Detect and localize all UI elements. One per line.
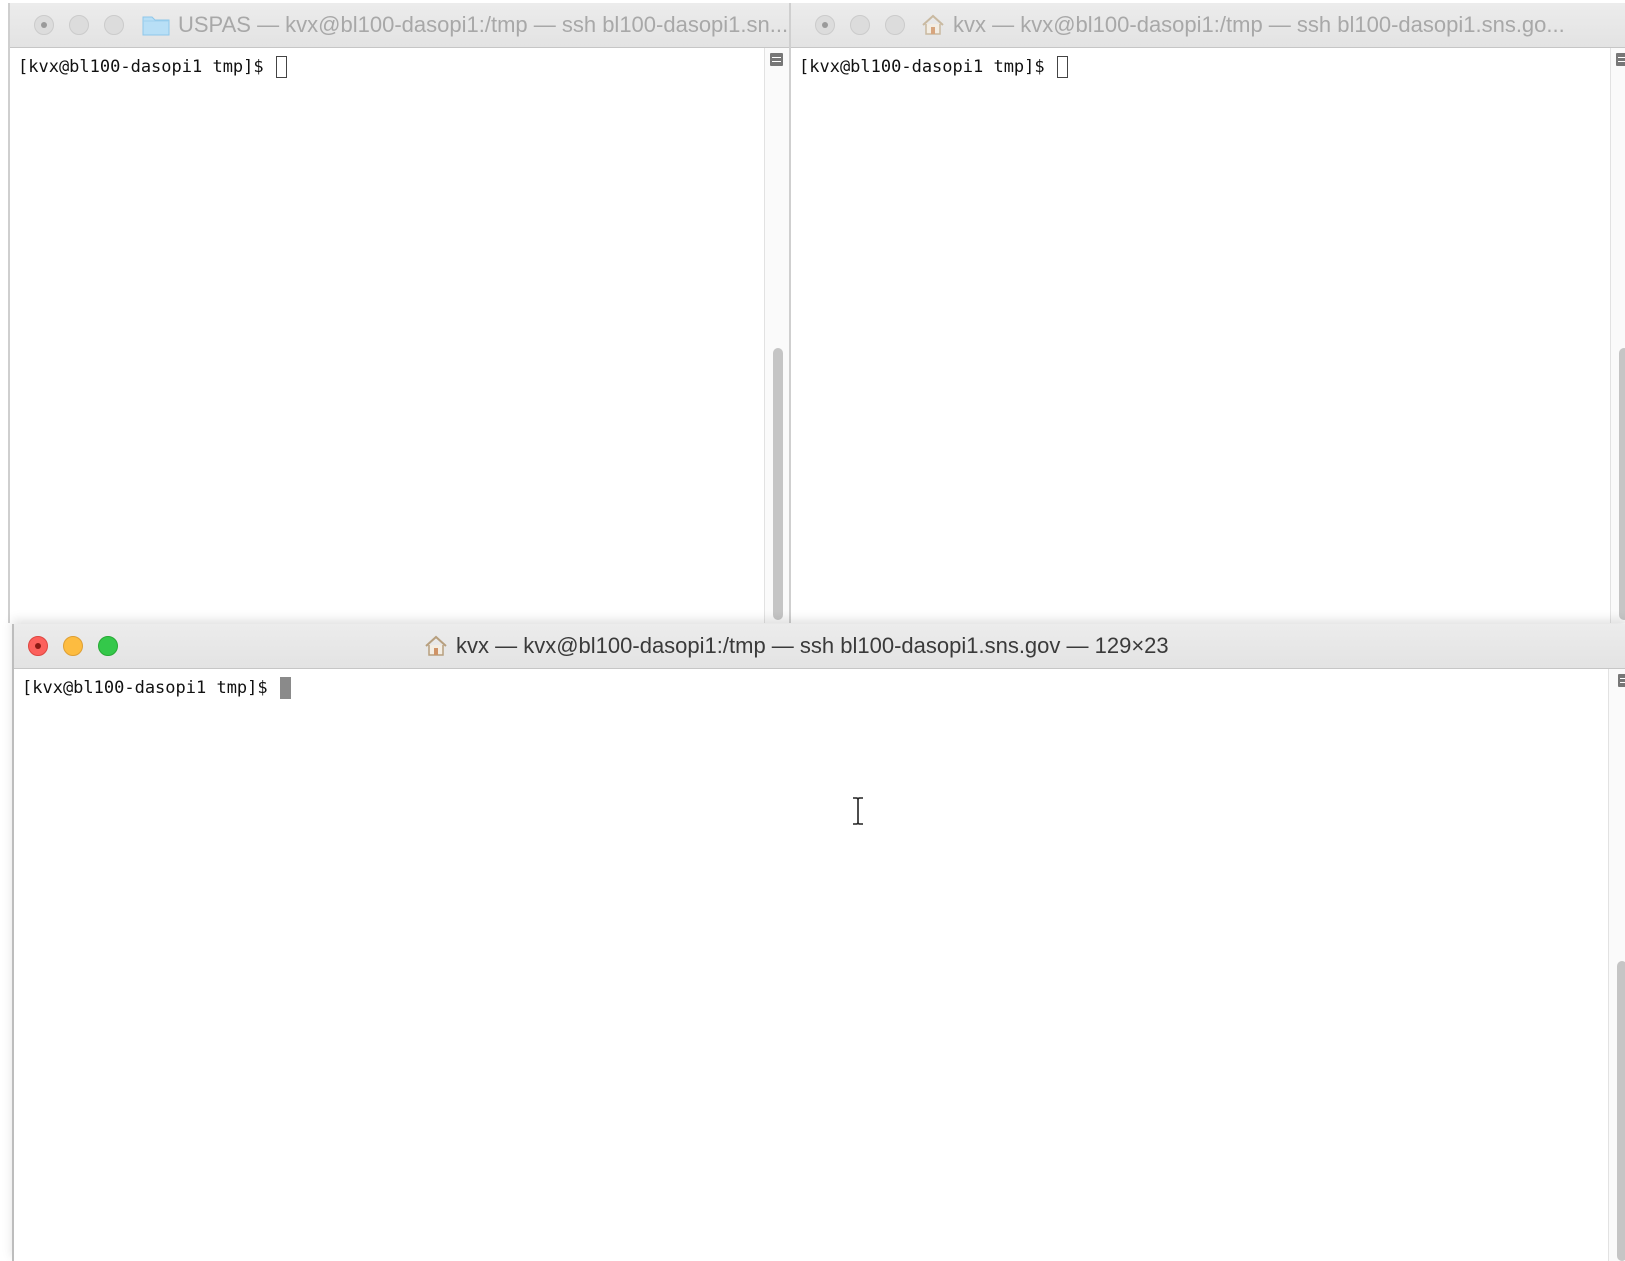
- text-cursor: [279, 677, 291, 699]
- terminal-window-kvx[interactable]: kvx — kvx@bl100-dasopi1:/tmp — ssh bl100…: [789, 3, 1625, 623]
- window-titlebar[interactable]: kvx — kvx@bl100-dasopi1:/tmp — ssh bl100…: [791, 3, 1625, 48]
- close-button[interactable]: [34, 15, 54, 35]
- scrollback-icon[interactable]: [1616, 53, 1625, 66]
- home-icon: [425, 635, 447, 656]
- vertical-scrollbar[interactable]: [1608, 669, 1625, 1261]
- folder-icon: [142, 16, 170, 36]
- shell-prompt: [kvx@bl100-dasopi1 tmp]$: [22, 678, 278, 698]
- zoom-button[interactable]: [104, 15, 124, 35]
- vertical-scrollbar[interactable]: [764, 48, 791, 623]
- close-button[interactable]: [28, 636, 48, 656]
- scrollback-icon[interactable]: [770, 53, 783, 66]
- scrollback-icon[interactable]: [1618, 674, 1625, 687]
- zoom-button[interactable]: [885, 15, 905, 35]
- window-titlebar[interactable]: kvx — kvx@bl100-dasopi1:/tmp — ssh bl100…: [14, 624, 1625, 669]
- vertical-scrollbar[interactable]: [1610, 48, 1625, 623]
- terminal-window-uspas[interactable]: USPAS — kvx@bl100-dasopi1:/tmp — ssh bl1…: [8, 3, 791, 623]
- window-title: USPAS — kvx@bl100-dasopi1:/tmp — ssh bl1…: [178, 12, 789, 37]
- text-cursor: [275, 56, 287, 78]
- terminal-content[interactable]: [kvx@bl100-dasopi1 tmp]$: [10, 48, 791, 623]
- zoom-button[interactable]: [98, 636, 118, 656]
- home-icon: [922, 14, 944, 35]
- shell-prompt: [kvx@bl100-dasopi1 tmp]$: [799, 57, 1055, 77]
- scrollbar-thumb[interactable]: [1619, 348, 1625, 620]
- window-title: kvx — kvx@bl100-dasopi1:/tmp — ssh bl100…: [953, 12, 1565, 37]
- scrollbar-thumb[interactable]: [1617, 961, 1625, 1261]
- terminal-content[interactable]: [kvx@bl100-dasopi1 tmp]$: [14, 669, 1625, 1261]
- terminal-content[interactable]: [kvx@bl100-dasopi1 tmp]$: [791, 48, 1625, 623]
- minimize-button[interactable]: [63, 636, 83, 656]
- minimize-button[interactable]: [69, 15, 89, 35]
- scrollbar-thumb[interactable]: [773, 348, 783, 620]
- ibeam-cursor-icon: [853, 797, 863, 825]
- close-button[interactable]: [815, 15, 835, 35]
- text-cursor: [1056, 56, 1068, 78]
- window-titlebar[interactable]: USPAS — kvx@bl100-dasopi1:/tmp — ssh bl1…: [10, 3, 791, 48]
- minimize-button[interactable]: [850, 15, 870, 35]
- shell-prompt: [kvx@bl100-dasopi1 tmp]$: [18, 57, 274, 77]
- window-title: kvx — kvx@bl100-dasopi1:/tmp — ssh bl100…: [456, 633, 1169, 658]
- terminal-window-active[interactable]: kvx — kvx@bl100-dasopi1:/tmp — ssh bl100…: [12, 624, 1625, 1261]
